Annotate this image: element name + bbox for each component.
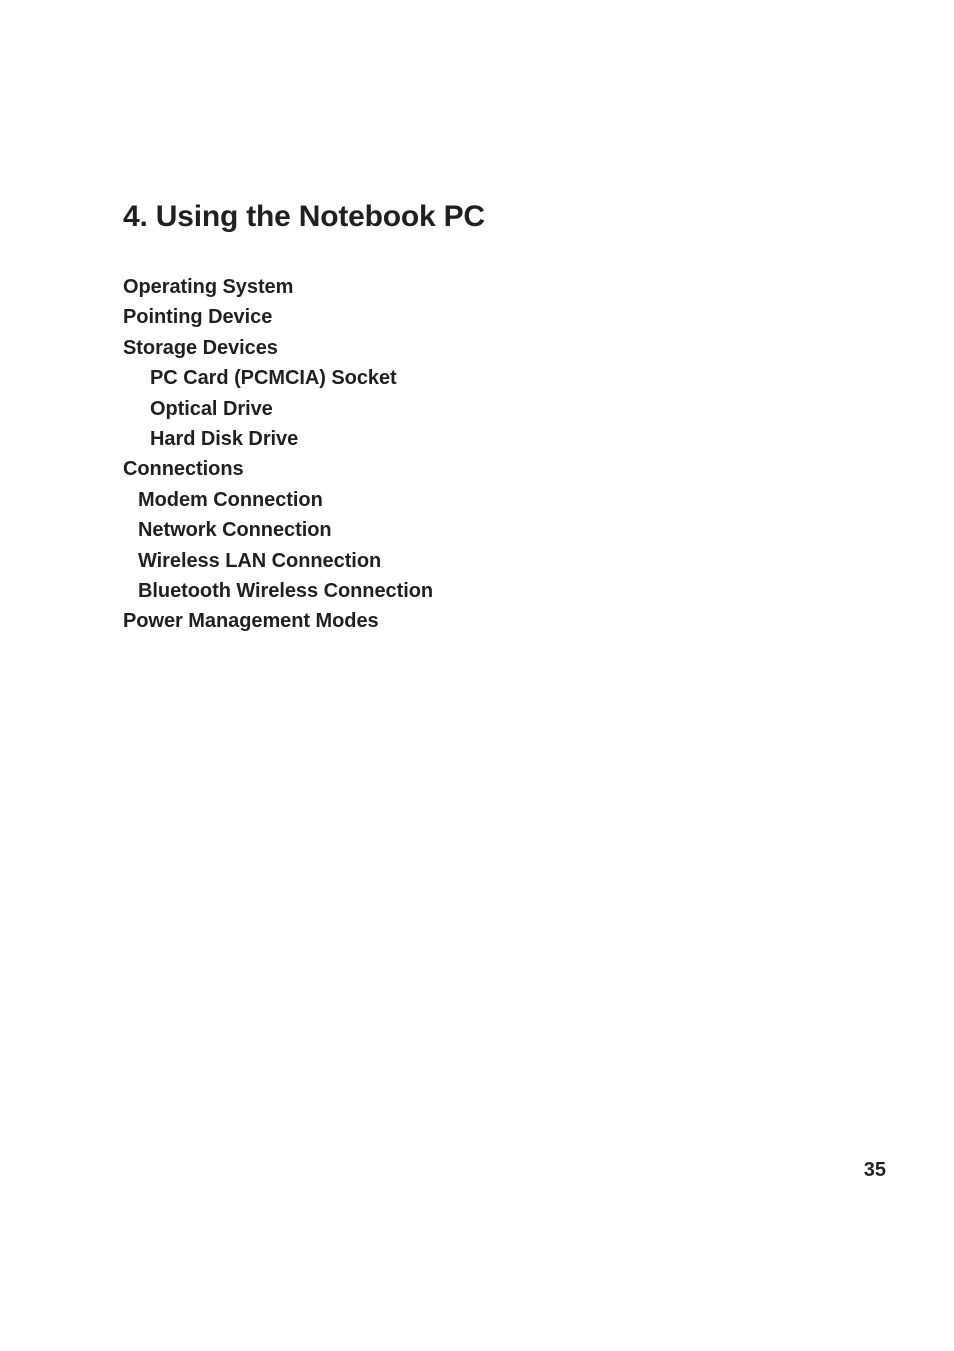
contents-item: Network Connection [138, 519, 332, 542]
contents-item: Bluetooth Wireless Connection [138, 580, 434, 603]
contents-item: Storage Devices [123, 336, 278, 359]
chapter-title: 4. Using the Notebook PC [123, 200, 485, 233]
contents-item: PC Card (PCMCIA) Socket [150, 367, 397, 390]
contents-item: Operating System [123, 276, 294, 298]
contents-item: Pointing Device [123, 306, 273, 329]
document-page: 4. Using the Notebook PC Operating Syste… [0, 0, 954, 1351]
contents-item: Optical Drive [150, 397, 273, 420]
contents-item: Wireless LAN Connection [138, 549, 382, 572]
contents-item: Power Management Modes [123, 610, 379, 633]
chapter-contents-list: Operating System Pointing Device Storage D… [123, 272, 823, 637]
contents-item: Hard Disk Drive [150, 428, 299, 451]
page-number: 35 [863, 1159, 886, 1181]
contents-item: Connections [123, 458, 244, 481]
contents-item: Modem Connection [138, 488, 323, 511]
